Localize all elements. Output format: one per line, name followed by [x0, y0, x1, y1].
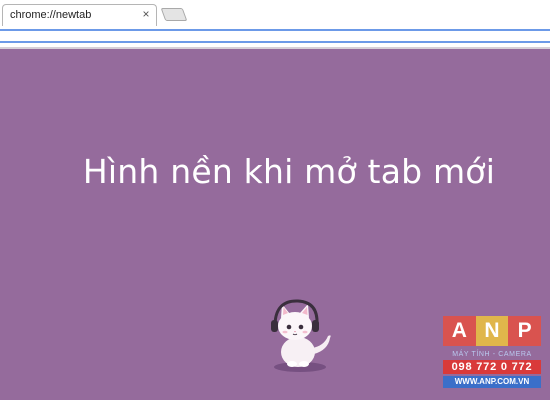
- logo-website: WWW.ANP.COM.VN: [443, 376, 541, 388]
- address-bar[interactable]: [0, 29, 550, 43]
- anp-watermark-logo: A N P MÁY TÍNH - CAMERA 098 772 0 772 WW…: [443, 316, 542, 390]
- toolbar: [0, 26, 550, 48]
- logo-letter-n: N: [475, 316, 509, 346]
- page-headline: Hình nền khi mở tab mới: [82, 152, 496, 191]
- logo-letter-p: P: [508, 316, 542, 346]
- logo-letter-a: A: [443, 316, 476, 346]
- logo-letters: A N P: [443, 316, 542, 346]
- toolbar-divider: [0, 47, 550, 49]
- logo-tagline: MÁY TÍNH - CAMERA: [452, 351, 532, 358]
- new-tab-button[interactable]: [160, 8, 188, 21]
- close-icon[interactable]: ×: [140, 7, 152, 21]
- tab-strip: chrome://newtab ×: [0, 0, 550, 27]
- tab-title: chrome://newtab: [10, 9, 92, 21]
- cat-with-headphones-icon: [271, 299, 331, 372]
- browser-window: chrome://newtab × Hình nền khi mở tab mớ…: [0, 0, 550, 400]
- tab-newtab[interactable]: chrome://newtab ×: [2, 4, 157, 26]
- logo-phone: 098 772 0 772: [443, 360, 541, 374]
